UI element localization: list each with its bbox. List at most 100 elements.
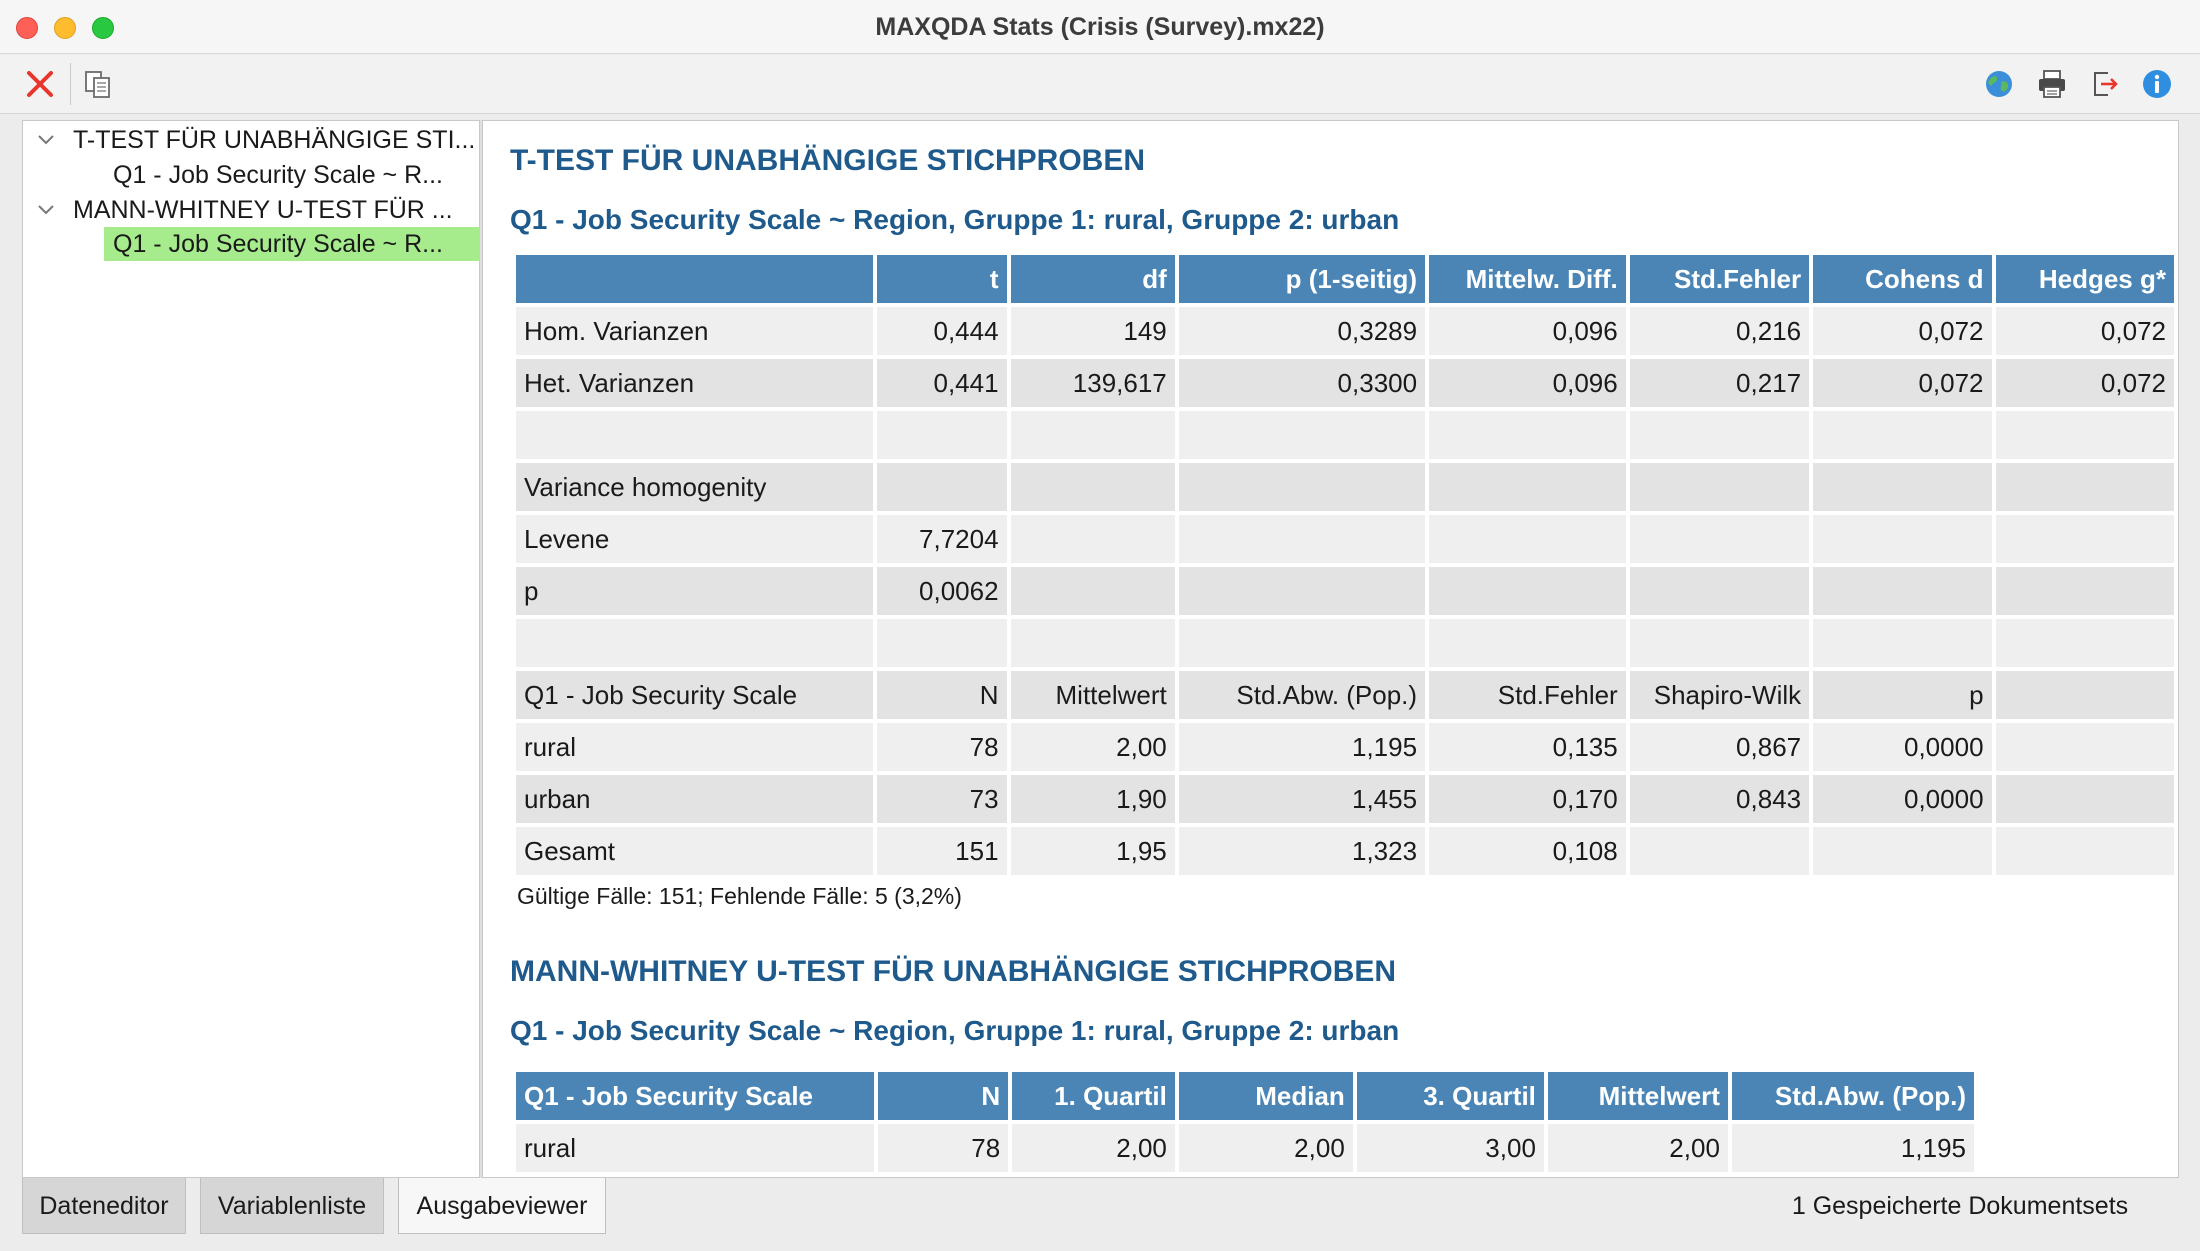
column-header: Mittelw. Diff. [1429,255,1626,303]
table-cell: 0,108 [1429,827,1626,875]
table-cell: 1,195 [1731,1124,1974,1172]
table-cell [1995,775,2174,823]
column-header: Mittelwert [1547,1072,1728,1120]
table-cell: 78 [876,723,1007,771]
column-header: Std.Abw. (Pop.) [1731,1072,1974,1120]
table-cell: 0,3289 [1178,307,1426,355]
tab-variablenliste[interactable]: Variablenliste [200,1178,384,1234]
table-cell: Std.Fehler [1429,671,1626,719]
close-red-x-icon [27,71,53,97]
table-cell [1010,515,1175,563]
valid-cases-footnote: Gültige Fälle: 151; Fehlende Fälle: 5 (3… [517,883,962,909]
window-title: MAXQDA Stats (Crisis (Survey).mx22) [875,13,1325,41]
table-cell [1010,463,1175,511]
bottom-tab-bar: Dateneditor Variablenliste Ausgabeviewer… [0,1178,2200,1251]
table-cell: N [876,671,1007,719]
table-cell: 78 [877,1124,1009,1172]
export-icon [2094,72,2118,96]
column-header: t [876,255,1007,303]
table-cell [1429,619,1626,667]
table-cell: 0,0000 [1813,775,1992,823]
table-cell: 1,90 [1010,775,1175,823]
close-output-button[interactable] [20,64,60,104]
table-row: urban 73 1,90 1,455 0,170 0,843 0,0000 [516,775,2174,823]
table-cell: 0,867 [1629,723,1810,771]
column-header: df [1010,255,1175,303]
table-row: Hom. Varianzen 0,444 149 0,3289 0,096 0,216 0,… [516,307,2174,355]
table-cell [1629,515,1810,563]
table-row [516,411,2174,459]
table-cell: 1,323 [1178,827,1426,875]
column-header: Q1 - Job Security Scale [516,1072,874,1120]
tab-dateneditor[interactable]: Dateneditor [22,1178,186,1234]
table-cell [1178,619,1426,667]
table-cell [1629,411,1810,459]
table-cell [1995,723,2174,771]
chevron-down-icon[interactable] [35,123,57,157]
table-cell: 0,843 [1629,775,1810,823]
table-cell: 0,096 [1429,307,1626,355]
toolbar-separator [70,63,71,105]
mann-whitney-table: Q1 - Job Security Scale N 1. Quartil Median… [512,1068,1978,1176]
table-row: Het. Varianzen 0,441 139,617 0,3300 0,096 0,2… [516,359,2174,407]
table-cell [1178,463,1426,511]
tree-item-mann-whitney[interactable]: MANN-WHITNEY U-TEST FÜR ... [73,193,473,227]
column-header: Median [1178,1072,1353,1120]
table-cell [1995,619,2174,667]
table-cell: urban [516,775,873,823]
web-button[interactable] [1979,64,2019,104]
table-cell: p [1813,671,1992,719]
table-cell: Q1 - Job Security Scale [516,671,873,719]
table-cell [1995,827,2174,875]
toolbar [0,55,2200,114]
table-cell: Variance homogenity [516,463,873,511]
table-cell [1429,463,1626,511]
table-cell: 7,7204 [876,515,1007,563]
tab-ausgabeviewer[interactable]: Ausgabeviewer [398,1178,606,1234]
info-icon [2143,70,2171,98]
tree-item-mann-whitney-q1-selected[interactable]: Q1 - Job Security Scale ~ R... [104,227,480,261]
table-cell [516,411,873,459]
table-cell: Gesamt [516,827,873,875]
table-cell: 0,3300 [1178,359,1426,407]
table-cell: 0,135 [1429,723,1626,771]
tree-item-t-test-q1[interactable]: Q1 - Job Security Scale ~ R... [113,158,473,192]
table-cell [1178,567,1426,615]
table-cell [1629,619,1810,667]
table-cell: 0,0062 [876,567,1007,615]
table-cell: 0,170 [1429,775,1626,823]
export-button[interactable] [2085,64,2125,104]
tree-item-t-test[interactable]: T-TEST FÜR UNABHÄNGIGE STI... [73,123,473,157]
table-row: Levene 7,7204 [516,515,2174,563]
table-cell: 1,95 [1010,827,1175,875]
table-cell [1995,463,2174,511]
table-cell: p [516,567,873,615]
table-cell: 151 [876,827,1007,875]
table-cell: Mittelwert [1010,671,1175,719]
chevron-down-icon[interactable] [35,193,57,227]
print-button[interactable] [2032,64,2072,104]
title-bar: MAXQDA Stats (Crisis (Survey).mx22) [0,0,2200,54]
table-cell: 2,00 [1010,723,1175,771]
copy-button[interactable] [78,64,118,104]
table-cell [1995,411,2174,459]
table-cell: 2,00 [1012,1124,1175,1172]
table-cell: 0,441 [876,359,1007,407]
table-cell: 0,444 [876,307,1007,355]
column-header: p (1-seitig) [1178,255,1426,303]
table-cell [1178,515,1426,563]
table-cell: Hom. Varianzen [516,307,873,355]
table-cell: 2,00 [1178,1124,1353,1172]
column-header: Cohens d [1813,255,1992,303]
section-subtitle-t-test: Q1 - Job Security Scale ~ Region, Gruppe… [510,204,1400,235]
table-cell [1178,411,1426,459]
info-button[interactable] [2137,64,2177,104]
table-cell: 2,00 [1547,1124,1728,1172]
table-cell: 73 [876,775,1007,823]
table-cell: 0,072 [1813,307,1992,355]
column-header: 1. Quartil [1012,1072,1175,1120]
table-cell: Het. Varianzen [516,359,873,407]
table-cell [1429,567,1626,615]
table-cell: 0,072 [1813,359,1992,407]
table-cell [1629,827,1810,875]
